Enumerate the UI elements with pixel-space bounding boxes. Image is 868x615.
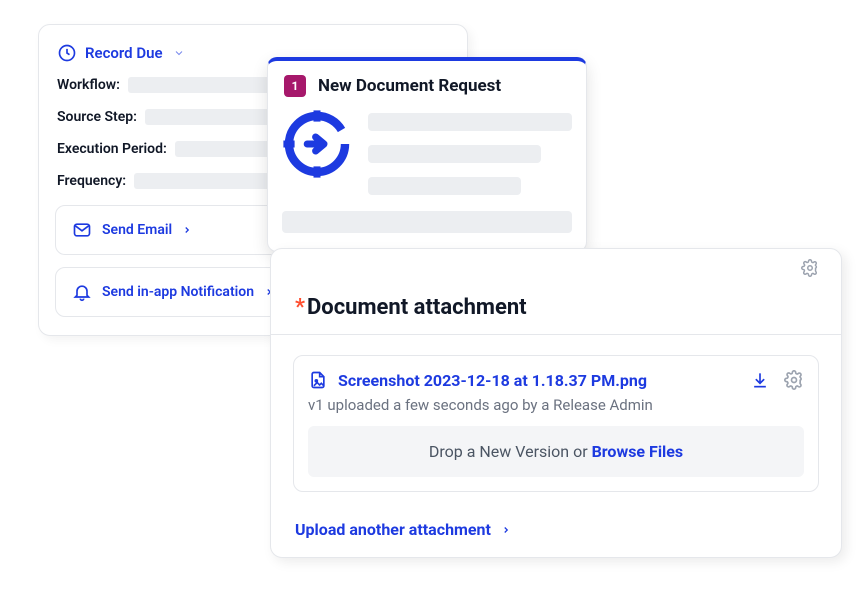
document-attachment-panel: *Document attachment Screenshot 2023-12-… (270, 248, 842, 558)
mail-icon (72, 220, 92, 240)
front-card-header: 1 New Document Request (282, 73, 572, 109)
attachment-item: Screenshot 2023-12-18 at 1.18.37 PM.png … (293, 355, 819, 492)
upload-another-link[interactable]: Upload another attachment (271, 504, 841, 539)
download-icon[interactable] (750, 370, 770, 390)
front-card-title: New Document Request (318, 76, 501, 96)
chevron-down-icon (173, 47, 185, 59)
dropzone[interactable]: Drop a New Version or Browse Files (308, 426, 804, 477)
placeholder-bar (368, 177, 521, 195)
gear-icon[interactable] (801, 259, 819, 277)
gear-icon[interactable] (784, 370, 804, 390)
placeholder-bar (368, 113, 572, 131)
image-file-icon (308, 370, 328, 390)
step-badge: 1 (284, 75, 306, 97)
record-due-title: Record Due (85, 44, 163, 62)
attachment-heading-text: Document attachment (307, 295, 527, 320)
brand-icon (282, 109, 352, 179)
bell-icon (72, 282, 92, 302)
upload-another-label: Upload another attachment (295, 520, 491, 539)
placeholder-bar (282, 211, 572, 233)
clock-icon (57, 43, 77, 63)
new-document-request-card: 1 New Document Request (267, 57, 587, 252)
attachment-meta: v1 uploaded a few seconds ago by a Relea… (308, 396, 804, 414)
dropzone-text: Drop a New Version or (429, 442, 592, 461)
required-asterisk: * (295, 295, 305, 320)
divider (271, 334, 841, 335)
workflow-label: Workflow: (57, 77, 120, 93)
send-email-label: Send Email (102, 222, 172, 238)
attachment-heading: *Document attachment (271, 283, 841, 334)
execution-period-label: Execution Period: (57, 141, 167, 157)
placeholder-bar (368, 145, 541, 163)
frequency-label: Frequency: (57, 173, 126, 189)
front-placeholder-lines (368, 109, 572, 195)
chevron-right-icon (182, 225, 192, 235)
send-notification-label: Send in-app Notification (102, 284, 254, 300)
browse-files-link[interactable]: Browse Files (592, 442, 684, 461)
source-step-label: Source Step: (57, 109, 137, 125)
attachment-file-name[interactable]: Screenshot 2023-12-18 at 1.18.37 PM.png (338, 371, 647, 390)
chevron-right-icon (501, 525, 511, 535)
